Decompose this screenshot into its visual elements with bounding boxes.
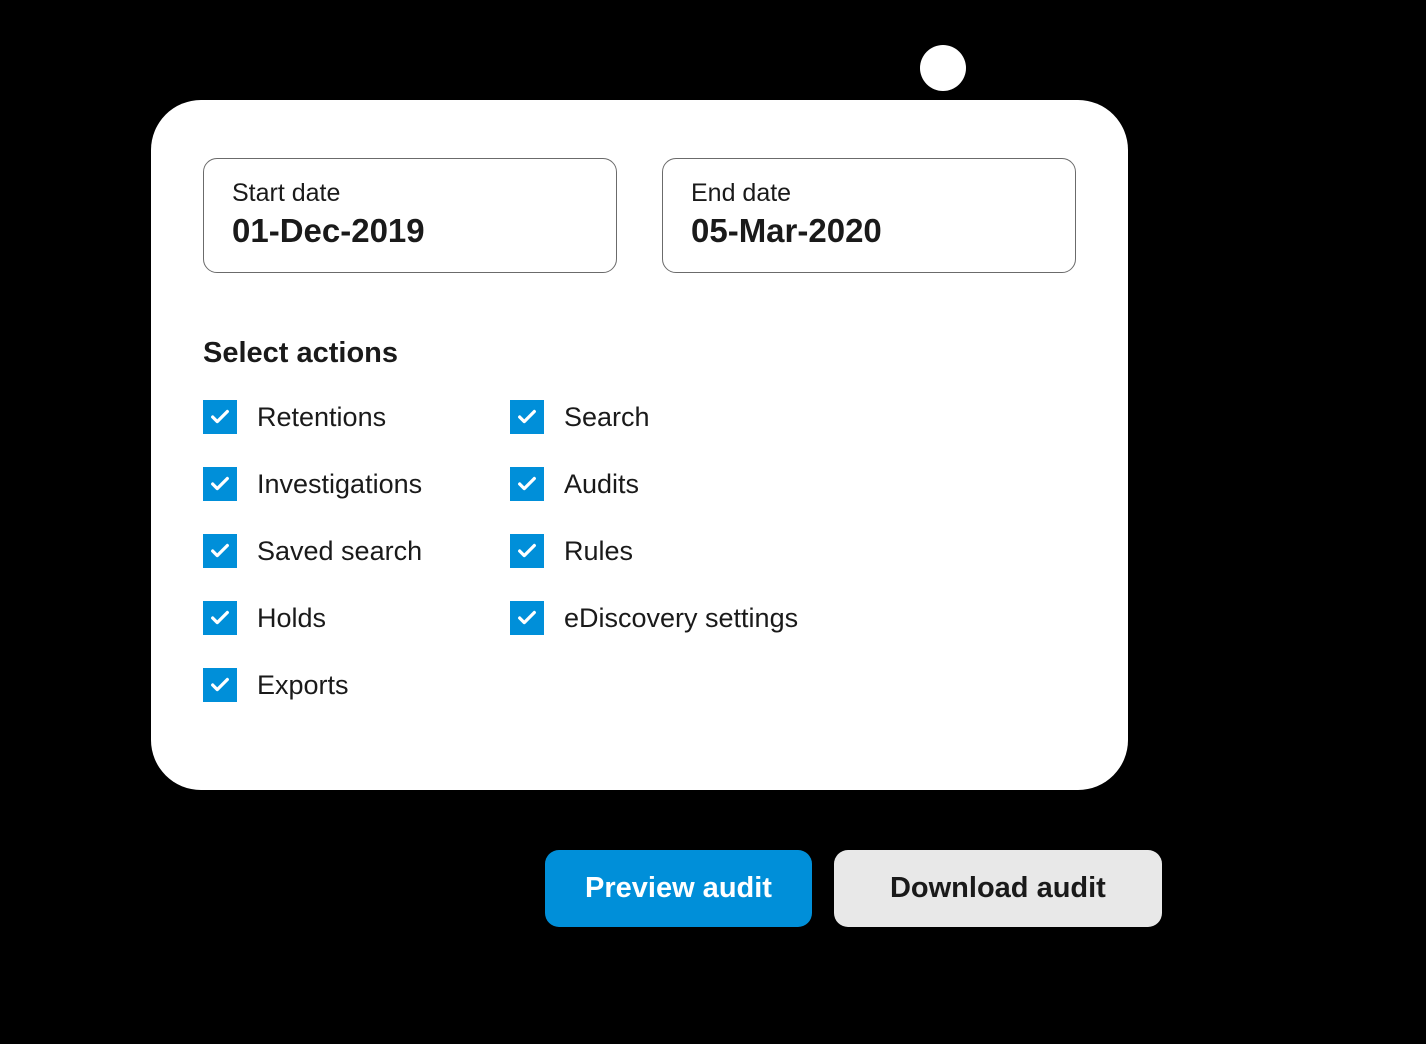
end-date-value: 05-Mar-2020 <box>691 212 1047 250</box>
start-date-value: 01-Dec-2019 <box>232 212 588 250</box>
start-date-label: Start date <box>232 179 588 208</box>
check-icon <box>209 540 231 562</box>
checkbox-label: Retentions <box>257 402 386 433</box>
decorative-circle <box>920 45 966 91</box>
checkbox-row-investigations[interactable]: Investigations <box>203 467 510 501</box>
checkbox-row-retentions[interactable]: Retentions <box>203 400 510 434</box>
end-date-field[interactable]: End date 05-Mar-2020 <box>662 158 1076 273</box>
action-buttons-row: Preview audit Download audit <box>545 850 1162 927</box>
download-audit-button[interactable]: Download audit <box>834 850 1162 927</box>
checkbox-row-holds[interactable]: Holds <box>203 601 510 635</box>
checkbox-investigations[interactable] <box>203 467 237 501</box>
checkbox-label: Saved search <box>257 536 422 567</box>
checkbox-holds[interactable] <box>203 601 237 635</box>
checkbox-label: Investigations <box>257 469 422 500</box>
check-icon <box>516 540 538 562</box>
checkbox-audits[interactable] <box>510 467 544 501</box>
checkbox-label: Audits <box>564 469 639 500</box>
check-icon <box>516 473 538 495</box>
checkbox-label: Search <box>564 402 650 433</box>
checkbox-row-rules[interactable]: Rules <box>510 534 798 568</box>
check-icon <box>516 607 538 629</box>
checkbox-row-audits[interactable]: Audits <box>510 467 798 501</box>
checkbox-rules[interactable] <box>510 534 544 568</box>
date-range-row: Start date 01-Dec-2019 End date 05-Mar-2… <box>203 158 1076 273</box>
check-icon <box>209 607 231 629</box>
checkbox-search[interactable] <box>510 400 544 434</box>
checkbox-row-exports[interactable]: Exports <box>203 668 510 702</box>
checkbox-row-saved-search[interactable]: Saved search <box>203 534 510 568</box>
checkbox-label: eDiscovery settings <box>564 603 798 634</box>
checkbox-ediscovery-settings[interactable] <box>510 601 544 635</box>
checkbox-label: Holds <box>257 603 326 634</box>
checkbox-saved-search[interactable] <box>203 534 237 568</box>
checkbox-exports[interactable] <box>203 668 237 702</box>
checkbox-row-search[interactable]: Search <box>510 400 798 434</box>
start-date-field[interactable]: Start date 01-Dec-2019 <box>203 158 617 273</box>
checkbox-label: Exports <box>257 670 349 701</box>
checkbox-row-ediscovery-settings[interactable]: eDiscovery settings <box>510 601 798 635</box>
check-icon <box>209 473 231 495</box>
actions-column-2: Search Audits Rules eDiscovery settings <box>510 400 798 702</box>
actions-checkbox-grid: Retentions Investigations Saved search H… <box>203 400 1076 702</box>
checkbox-label: Rules <box>564 536 633 567</box>
audit-filter-panel: Start date 01-Dec-2019 End date 05-Mar-2… <box>151 100 1128 790</box>
preview-audit-button[interactable]: Preview audit <box>545 850 812 927</box>
check-icon <box>209 674 231 696</box>
actions-column-1: Retentions Investigations Saved search H… <box>203 400 510 702</box>
check-icon <box>516 406 538 428</box>
check-icon <box>209 406 231 428</box>
end-date-label: End date <box>691 179 1047 208</box>
select-actions-title: Select actions <box>203 337 1076 370</box>
checkbox-retentions[interactable] <box>203 400 237 434</box>
